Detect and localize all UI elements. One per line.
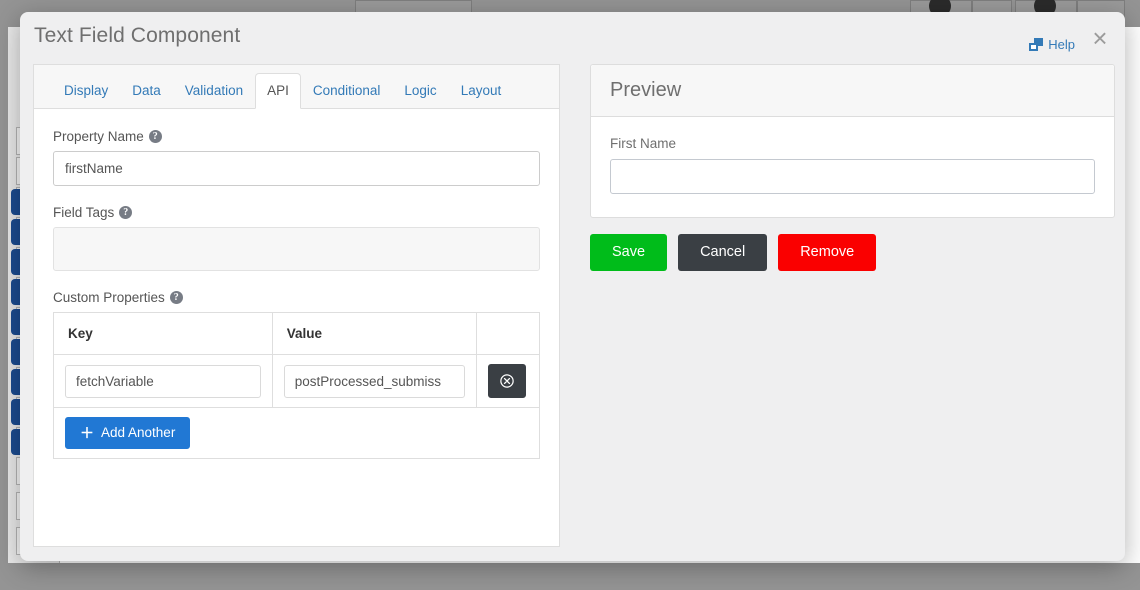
field-tags-label-text: Field Tags xyxy=(53,205,115,220)
field-tags-input[interactable] xyxy=(53,227,540,271)
remove-button[interactable]: Remove xyxy=(778,234,877,272)
settings-panel: Display Data Validation API Conditional … xyxy=(33,64,560,547)
api-tab-panel: Property Name ? Field Tags ? Custom Prop… xyxy=(33,109,560,547)
settings-tab-bar: Display Data Validation API Conditional … xyxy=(33,64,560,109)
component-settings-modal: Text Field Component Help × Display Data… xyxy=(20,12,1125,561)
field-tags-label: Field Tags ? xyxy=(53,205,540,220)
preview-field-label: First Name xyxy=(610,136,677,151)
preview-title: Preview xyxy=(591,65,1114,117)
property-name-group: Property Name ? xyxy=(53,129,540,186)
table-header-row: Key Value xyxy=(53,312,541,355)
close-icon[interactable]: × xyxy=(1087,25,1113,52)
backdrop-bottom-band xyxy=(0,563,1140,590)
plus-icon: ＋ xyxy=(80,425,94,441)
add-another-label: Add Another xyxy=(101,425,176,441)
question-circle-icon[interactable]: ? xyxy=(169,291,183,304)
preview-card: Preview First Name xyxy=(590,64,1115,218)
custom-properties-group: Custom Properties ? Key Value fetchVaria… xyxy=(53,290,541,459)
cell-value xyxy=(271,354,477,408)
backdrop-left-strip xyxy=(0,0,8,590)
tab-data[interactable]: Data xyxy=(120,73,173,110)
custom-properties-table: Key Value fetchVariable postProcessed_su… xyxy=(53,312,541,459)
tab-conditional[interactable]: Conditional xyxy=(301,73,393,110)
question-circle-icon[interactable]: ? xyxy=(119,206,133,219)
cell-key xyxy=(53,354,273,408)
preview-body: First Name xyxy=(591,117,1114,217)
property-name-label-text: Property Name xyxy=(53,129,144,144)
add-another-button[interactable]: ＋ Add Another xyxy=(65,417,191,449)
tab-api[interactable]: API xyxy=(255,72,301,109)
tab-logic[interactable]: Logic xyxy=(392,73,448,110)
table-row xyxy=(53,354,541,408)
cell-add-another: ＋ Add Another xyxy=(53,407,540,459)
modal-title: Text Field Component xyxy=(34,24,241,47)
custom-property-key-input[interactable] xyxy=(65,364,261,398)
custom-property-value-input[interactable] xyxy=(283,364,465,398)
tab-validation[interactable]: Validation xyxy=(173,73,255,110)
cancel-button[interactable]: Cancel xyxy=(678,234,768,272)
remove-row-button[interactable] xyxy=(487,364,526,398)
preview-first-name-input[interactable] xyxy=(610,159,1095,194)
tab-display[interactable]: Display xyxy=(52,73,120,110)
field-tags-group: Field Tags ? xyxy=(53,205,540,271)
question-circle-icon[interactable]: ? xyxy=(148,130,162,143)
save-button[interactable]: Save xyxy=(590,234,668,272)
table-footer-row: ＋ Add Another xyxy=(53,407,540,459)
preview-panel: Preview First Name Save Cancel Remove xyxy=(590,64,1115,272)
property-name-input[interactable] xyxy=(53,151,540,186)
custom-properties-label-text: Custom Properties xyxy=(53,290,165,305)
clone-icon xyxy=(1029,38,1044,51)
times-circle-icon xyxy=(500,374,514,388)
modal-action-row: Save Cancel Remove xyxy=(590,234,1115,272)
tab-layout[interactable]: Layout xyxy=(449,73,514,110)
column-header-actions xyxy=(475,312,541,355)
property-name-label: Property Name ? xyxy=(53,129,540,144)
help-label: Help xyxy=(1048,37,1075,52)
column-header-value: Value xyxy=(271,312,477,355)
cell-actions xyxy=(475,354,541,408)
custom-properties-label: Custom Properties ? xyxy=(53,290,540,305)
column-header-key: Key xyxy=(53,312,273,355)
help-link[interactable]: Help xyxy=(1029,37,1075,52)
